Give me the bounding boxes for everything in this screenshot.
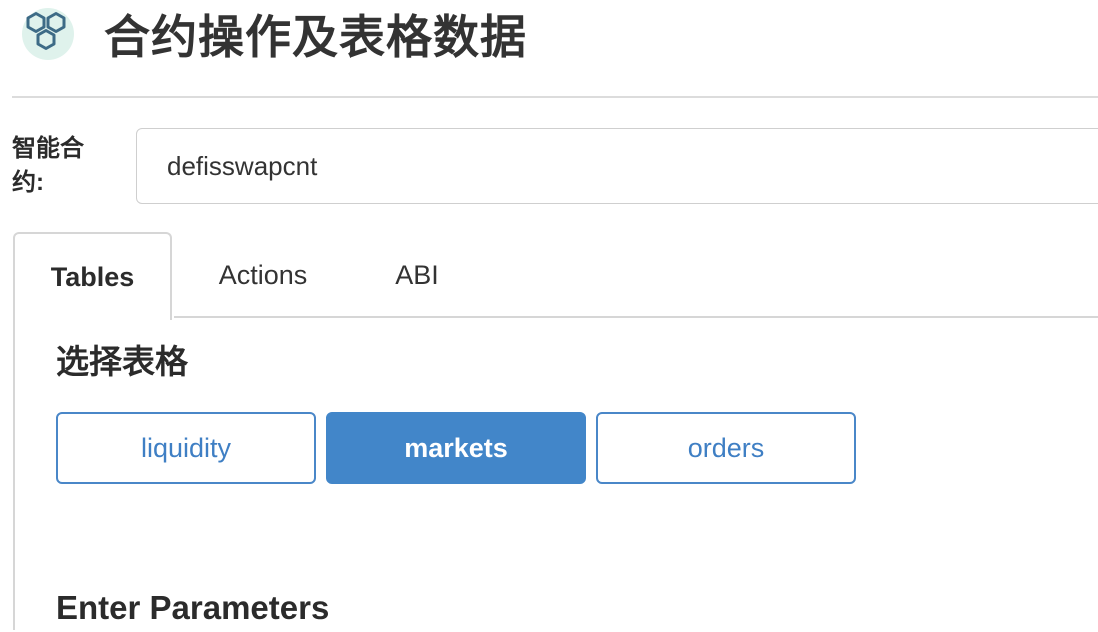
contract-name-input[interactable]: defisswapcnt xyxy=(136,128,1098,204)
header: 合约操作及表格数据 xyxy=(0,0,1098,98)
tab-abi[interactable]: ABI xyxy=(370,232,464,318)
table-button-markets[interactable]: markets xyxy=(326,412,586,484)
hexagon-cluster-icon xyxy=(22,8,74,60)
contract-label: 智能合约: xyxy=(12,135,84,196)
tab-actions[interactable]: Actions xyxy=(196,232,330,318)
table-button-orders[interactable]: orders xyxy=(596,412,856,484)
tab-tables[interactable]: Tables xyxy=(13,232,172,320)
tab-panel-border xyxy=(13,318,15,630)
header-divider xyxy=(12,96,1098,98)
page-title: 合约操作及表格数据 xyxy=(104,11,527,63)
table-button-liquidity[interactable]: liquidity xyxy=(56,412,316,484)
enter-parameters-heading: Enter Parameters xyxy=(56,589,330,626)
select-table-heading: 选择表格 xyxy=(56,343,188,380)
